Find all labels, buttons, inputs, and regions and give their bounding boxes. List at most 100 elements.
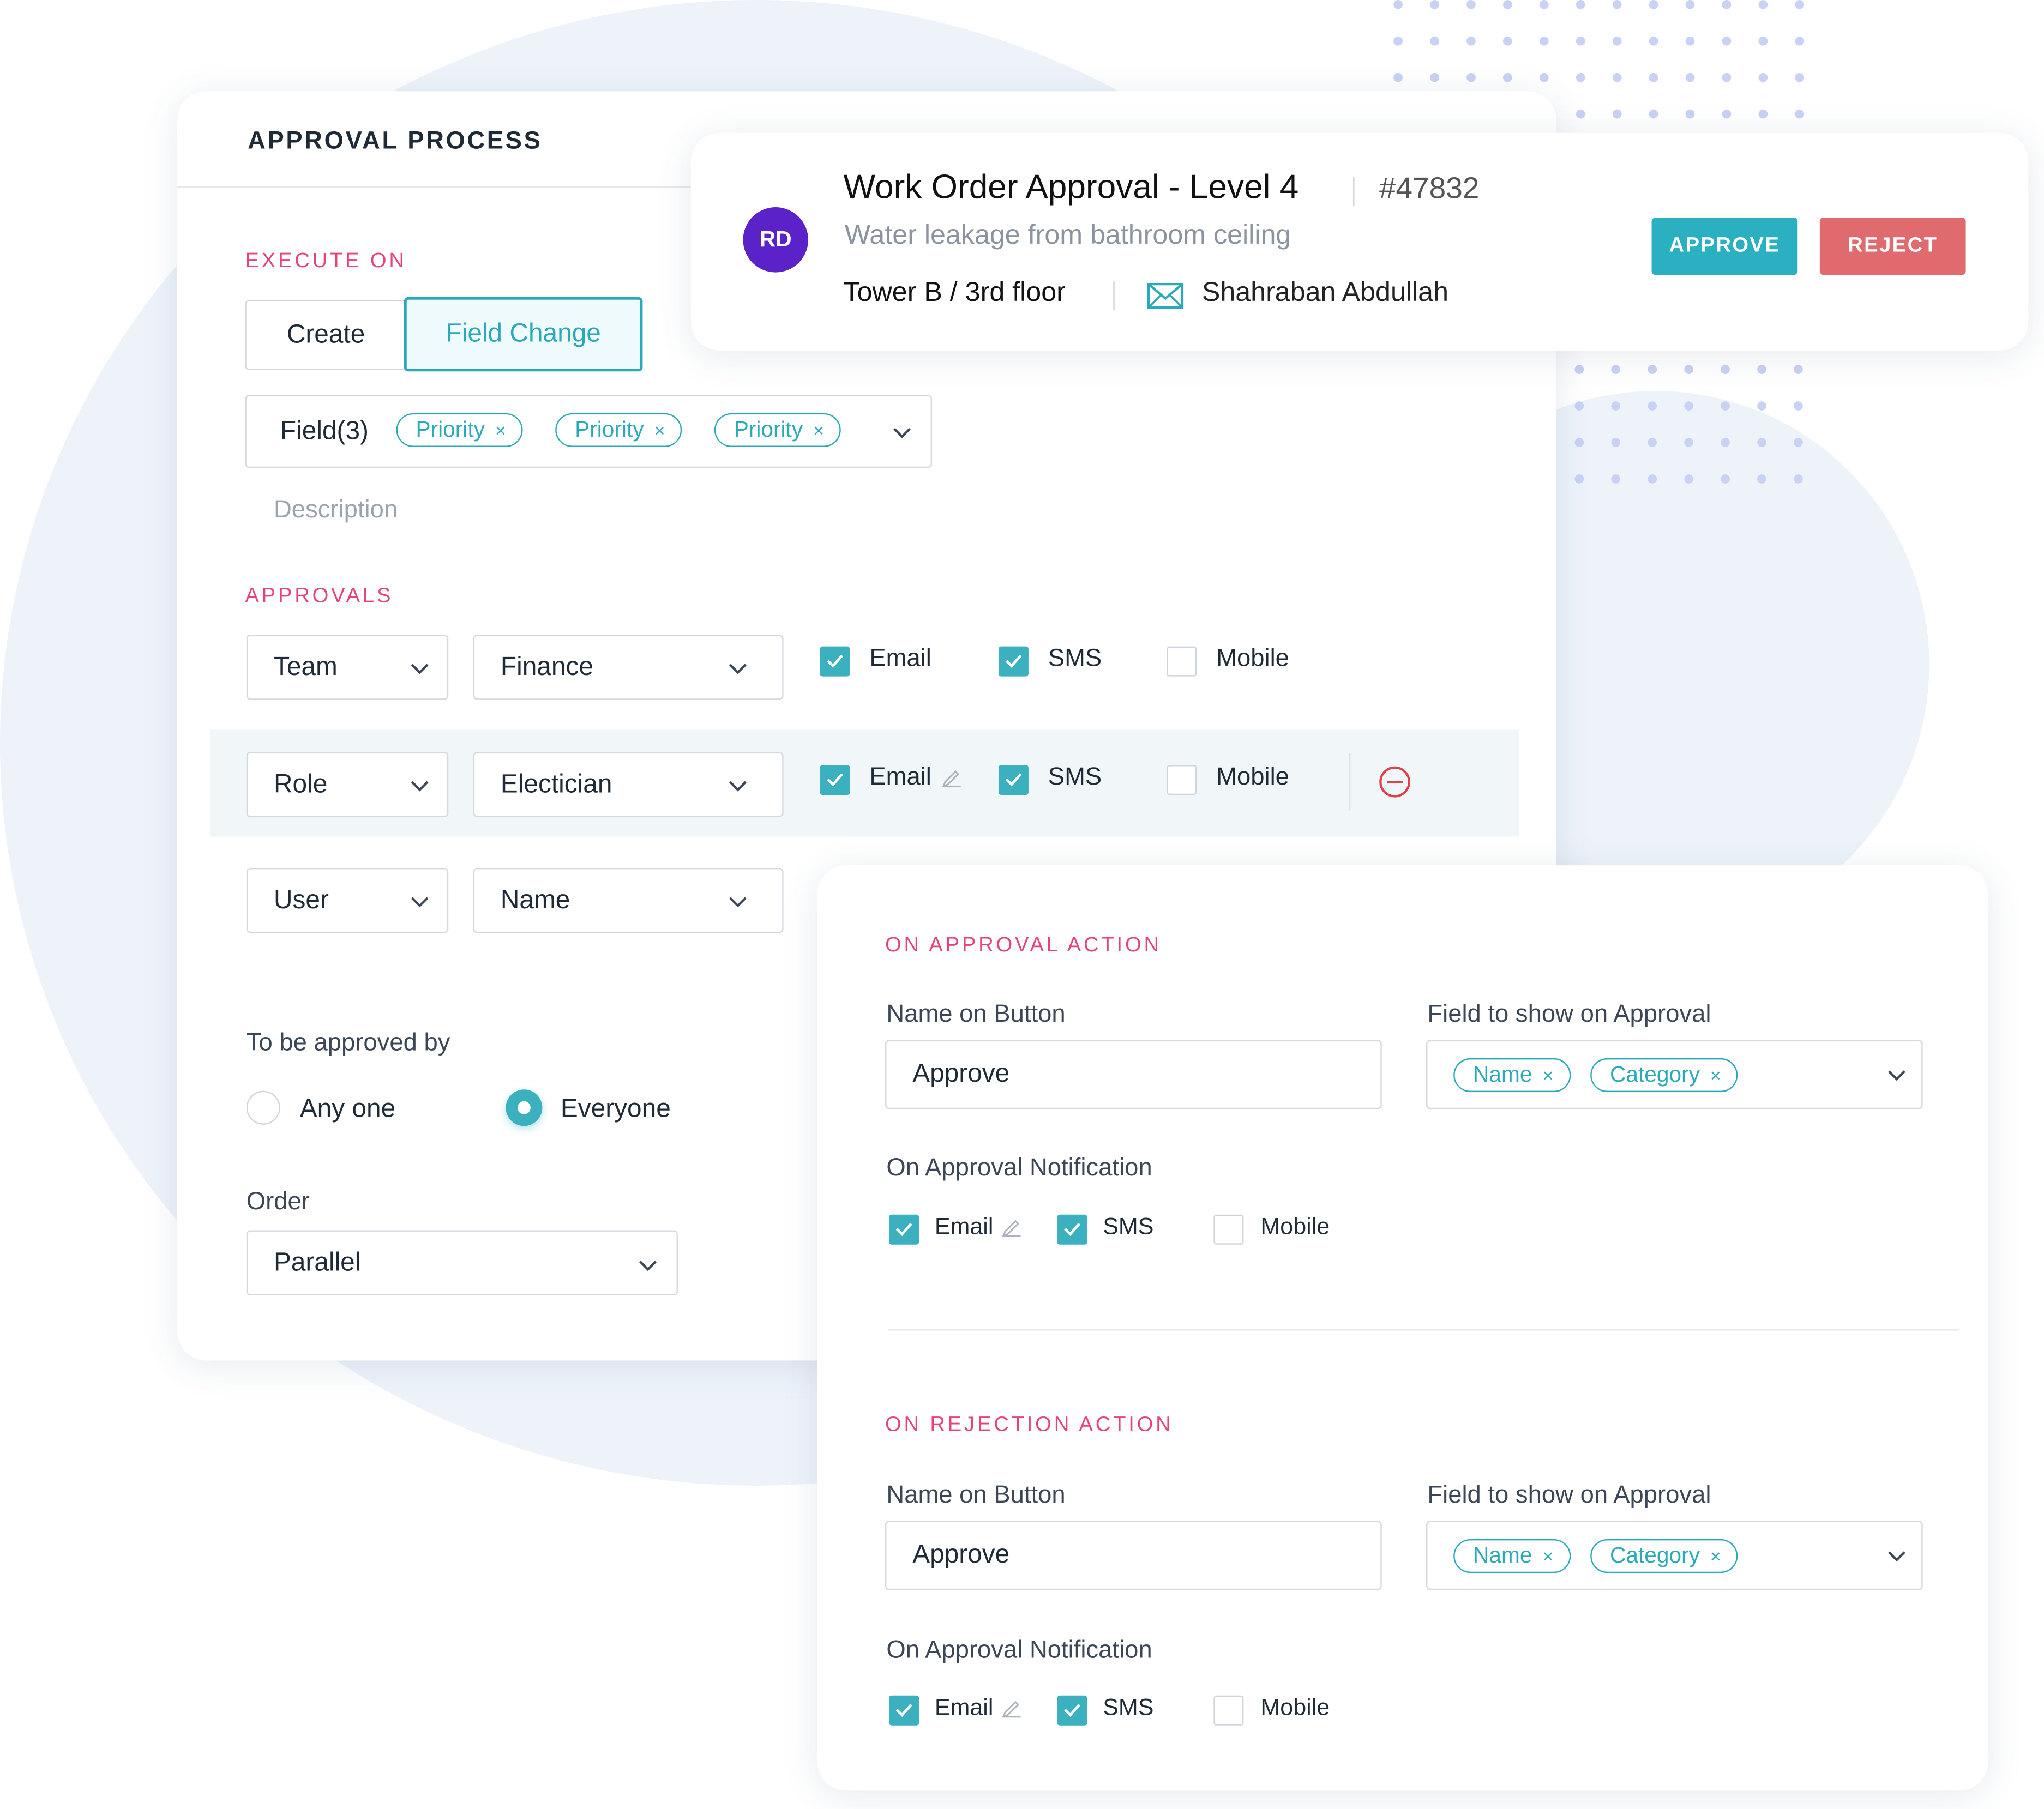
decorative-dot [1393, 0, 1403, 9]
chip-remove-icon[interactable]: × [495, 420, 506, 441]
mobile-checkbox[interactable] [1167, 646, 1197, 677]
decorative-dot [1794, 401, 1803, 411]
decorative-dot [1684, 401, 1693, 411]
decorative-dot [1393, 36, 1403, 46]
decorative-dot [1649, 109, 1658, 119]
radio-any-one[interactable] [246, 1090, 280, 1125]
reject-button[interactable]: REJECT [1819, 218, 1966, 275]
decorative-dot [1794, 474, 1803, 484]
decorative-dot [1722, 109, 1732, 119]
card-title: APPROVAL PROCESS [248, 128, 543, 155]
execute-on-create[interactable]: Create [245, 299, 406, 370]
name-on-button-label: Name on Button [886, 1000, 1066, 1028]
decorative-dot [1612, 0, 1622, 9]
decorative-dot [1684, 474, 1693, 484]
chevron-down-icon [411, 781, 429, 792]
decorative-dot [1648, 474, 1657, 484]
execute-on-field-change-label: Field Change [446, 319, 601, 348]
order-select[interactable]: Parallel [246, 1230, 678, 1295]
decorative-dot [1794, 365, 1803, 375]
input-value: Approve [912, 1059, 1010, 1088]
decorative-dot [1758, 36, 1768, 46]
name-on-button-input[interactable]: Approve [885, 1521, 1382, 1590]
actions-card: ON APPROVAL ACTION Name on Button Approv… [817, 865, 1988, 1791]
approve-button[interactable]: APPROVE [1651, 218, 1798, 275]
decorative-dot [1611, 474, 1621, 484]
decorative-dot [1648, 438, 1657, 447]
chip-remove-icon[interactable]: × [1710, 1546, 1721, 1566]
chip-label: Name [1473, 1543, 1532, 1568]
decorative-dot [1430, 73, 1439, 82]
sms-label: SMS [1048, 645, 1102, 673]
decorative-dot [1648, 365, 1657, 375]
chip-remove-icon[interactable]: × [1543, 1546, 1554, 1566]
pencil-icon[interactable] [1001, 1216, 1022, 1237]
radio-everyone[interactable] [506, 1089, 543, 1126]
chevron-down-icon[interactable] [1886, 1549, 1907, 1563]
mobile-checkbox[interactable] [1213, 1214, 1244, 1245]
location-separator [1113, 281, 1115, 310]
chip-remove-icon[interactable]: × [813, 420, 824, 441]
decorative-dot [1721, 438, 1730, 447]
email-label: Email [934, 1213, 994, 1240]
chip-remove-icon[interactable]: × [1710, 1065, 1721, 1086]
execute-on-heading: EXECUTE ON [245, 250, 407, 273]
mail-icon [1147, 282, 1184, 309]
chevron-down-icon[interactable] [1886, 1069, 1907, 1082]
chip-label: Name [1473, 1062, 1532, 1087]
decorative-dot [1576, 36, 1585, 46]
decorative-dot [1721, 474, 1730, 484]
decorative-dot [1612, 109, 1622, 119]
decorative-dot [1685, 36, 1695, 46]
mobile-label: Mobile [1260, 1213, 1330, 1240]
description-input[interactable]: Description [274, 497, 398, 526]
decorative-dot [1539, 36, 1549, 46]
email-checkbox[interactable] [820, 646, 850, 677]
execute-on-field-change[interactable]: Field Change [404, 297, 643, 372]
email-checkbox[interactable] [889, 1695, 919, 1726]
remove-row-icon[interactable] [1378, 765, 1412, 799]
pencil-icon[interactable] [941, 766, 962, 787]
name-on-button-label: Name on Button [886, 1481, 1066, 1509]
decorative-dot [1466, 0, 1476, 9]
reject-button-label: REJECT [1848, 234, 1938, 257]
work-order-location: Tower B / 3rd floor [843, 278, 1066, 308]
decorative-dot [1503, 36, 1512, 46]
pencil-icon[interactable] [1001, 1697, 1022, 1718]
chip-remove-icon[interactable]: × [654, 420, 665, 441]
field-chip[interactable]: Name × [1453, 1539, 1571, 1573]
decorative-dot [1576, 109, 1585, 119]
decorative-dot [1795, 73, 1805, 82]
sms-checkbox[interactable] [1057, 1695, 1087, 1726]
field-chip[interactable]: Category × [1590, 1058, 1738, 1093]
chip-remove-icon[interactable]: × [1543, 1065, 1554, 1086]
mobile-label: Mobile [1216, 763, 1289, 791]
mobile-checkbox[interactable] [1213, 1695, 1244, 1726]
chevron-down-icon[interactable] [892, 426, 912, 439]
sms-checkbox[interactable] [998, 765, 1029, 795]
field-chip[interactable]: Name × [1453, 1058, 1571, 1093]
approved-by-label: To be approved by [246, 1029, 450, 1057]
field-chip[interactable]: Priority × [555, 413, 682, 447]
email-checkbox[interactable] [820, 765, 850, 795]
dot-pattern-mid [1574, 365, 1830, 511]
chevron-down-icon [729, 897, 747, 908]
field-chip[interactable]: Category × [1590, 1539, 1738, 1573]
sms-label: SMS [1048, 763, 1102, 791]
field-chip[interactable]: Priority × [396, 413, 523, 447]
field-chip[interactable]: Priority × [714, 413, 841, 447]
decorative-dot [1721, 401, 1730, 411]
email-checkbox[interactable] [889, 1214, 919, 1245]
sms-checkbox[interactable] [998, 646, 1029, 677]
radio-any-one-label: Any one [299, 1094, 396, 1124]
avatar: RD [743, 207, 808, 273]
select-value: Parallel [273, 1247, 361, 1277]
mobile-label: Mobile [1260, 1694, 1330, 1721]
sms-checkbox[interactable] [1057, 1214, 1087, 1245]
decorative-dot [1648, 401, 1657, 411]
notification-label: On Approval Notification [886, 1637, 1152, 1665]
name-on-button-input[interactable]: Approve [885, 1040, 1382, 1109]
decorative-dot [1649, 0, 1658, 9]
work-order-title: Work Order Approval - Level 4 [843, 166, 1299, 206]
mobile-checkbox[interactable] [1167, 765, 1197, 795]
